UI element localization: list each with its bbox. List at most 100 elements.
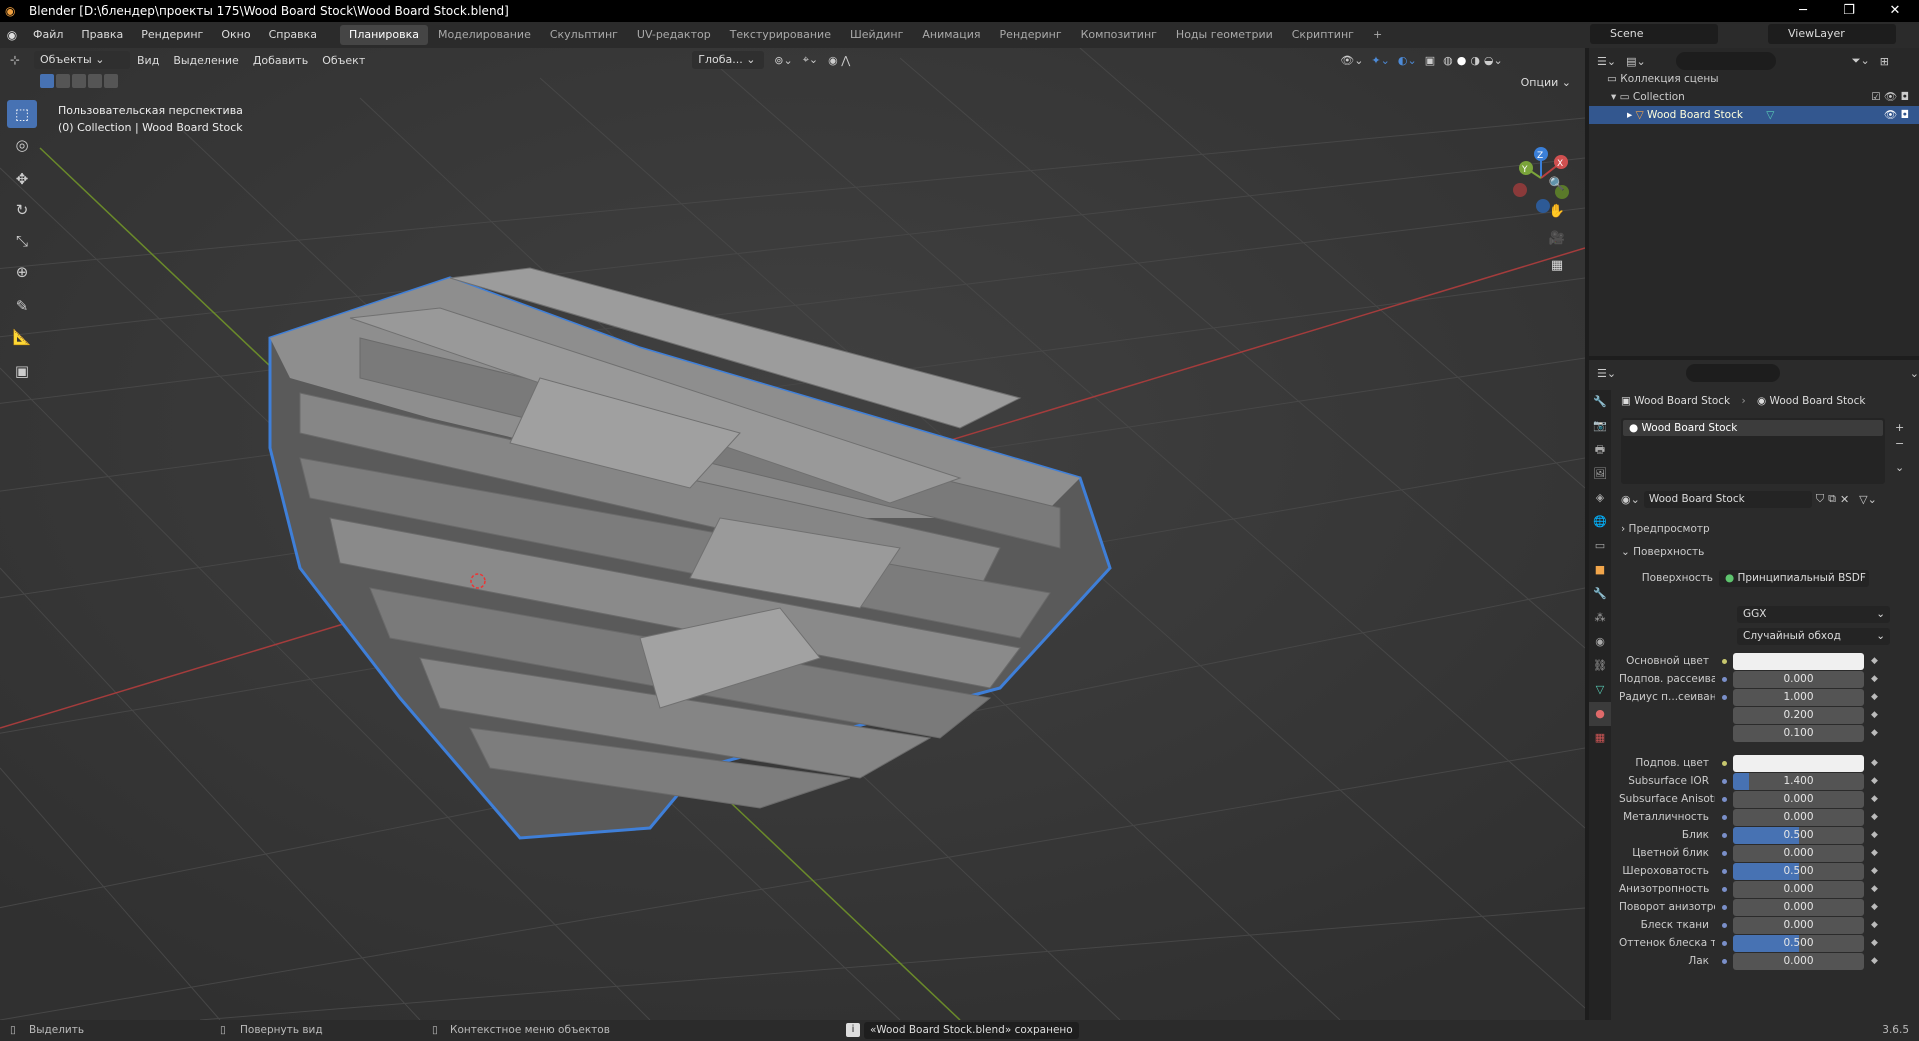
socket-icon[interactable] (1719, 938, 1729, 948)
outliner-row-scene-collection[interactable]: ▭ Коллекция сцены (1607, 70, 1719, 88)
add-slot-button[interactable]: + (1895, 420, 1904, 436)
socket-icon[interactable] (1719, 884, 1729, 894)
remove-slot-button[interactable]: − (1895, 436, 1904, 452)
value-slider-field[interactable]: 0.000 (1733, 808, 1864, 826)
socket-icon[interactable] (1719, 758, 1729, 768)
keyframe-icon[interactable]: ◆ (1871, 692, 1879, 702)
properties-editor-icon[interactable]: ☰⌄ (1597, 367, 1616, 380)
render-tab-icon[interactable]: 📷 (1589, 414, 1611, 438)
tab-animation[interactable]: Анимация (913, 25, 989, 45)
physics-tab-icon[interactable]: ◉ (1589, 630, 1611, 654)
data-tab-icon[interactable]: ▽ (1589, 678, 1611, 702)
tab-compositing[interactable]: Композитинг (1072, 25, 1166, 45)
properties-search-input[interactable] (1686, 364, 1780, 382)
value-slider-field[interactable]: 0.000 (1733, 670, 1864, 688)
select-box-tool-icon[interactable]: ⬚ (7, 100, 37, 128)
options-dropdown[interactable]: Опции ⌄ (1515, 74, 1577, 92)
value-slider-field[interactable]: 1.000 (1733, 688, 1864, 706)
select-new-icon[interactable] (40, 74, 54, 88)
scene-selector[interactable]: Scene (1590, 24, 1718, 44)
menu-object[interactable]: Объект (315, 54, 372, 67)
preview-panel-header[interactable]: › Предпросмотр (1621, 523, 1710, 535)
slot-menu-icon[interactable]: ⌄ (1895, 460, 1904, 476)
menu-help[interactable]: Справка (260, 22, 326, 48)
keyframe-icon[interactable]: ◆ (1871, 866, 1879, 876)
pan-hand-icon[interactable]: ✋ (1545, 200, 1569, 224)
material-slot-item[interactable]: ● Wood Board Stock (1623, 420, 1883, 436)
blender-menu-icon[interactable]: ◉ (0, 28, 24, 42)
value-slider-field[interactable]: 0.000 (1733, 880, 1864, 898)
socket-icon[interactable] (1719, 794, 1729, 804)
value-slider-field[interactable]: 1.400 (1733, 772, 1864, 790)
snap-icon[interactable]: ⌖⌄ (803, 53, 818, 67)
browse-material-icon[interactable]: ◉⌄ (1621, 493, 1640, 506)
camera-view-icon[interactable]: 🎥 (1545, 227, 1569, 251)
scene-tab-icon[interactable]: ◈ (1589, 486, 1611, 510)
surface-shader-selector[interactable]: ● Принципиальный BSDF (1719, 569, 1869, 587)
move-tool-icon[interactable]: ✥ (7, 165, 37, 193)
socket-icon[interactable] (1719, 902, 1729, 912)
keyframe-icon[interactable]: ◆ (1871, 848, 1879, 858)
socket-icon[interactable] (1719, 920, 1729, 930)
select-intersect-icon[interactable] (104, 74, 118, 88)
socket-icon[interactable] (1719, 812, 1729, 822)
select-subtract-icon[interactable] (72, 74, 86, 88)
maximize-icon[interactable]: ❐ (1826, 0, 1872, 22)
viewlayer-selector[interactable]: ViewLayer (1768, 24, 1896, 44)
color-swatch-field[interactable] (1733, 652, 1864, 670)
material-tab-icon[interactable]: ● (1589, 702, 1611, 726)
chevron-down-icon[interactable]: ⌄ (1910, 367, 1919, 380)
tab-sculpting[interactable]: Скульптинг (541, 25, 627, 45)
socket-icon[interactable] (1719, 776, 1729, 786)
world-tab-icon[interactable]: 🌐 (1589, 510, 1611, 534)
fake-user-icon[interactable]: ⛉ (1816, 492, 1824, 506)
value-slider-field[interactable]: 0.000 (1733, 844, 1864, 862)
keyframe-icon[interactable]: ◆ (1871, 758, 1879, 768)
color-swatch-field[interactable] (1733, 754, 1864, 772)
menu-view[interactable]: Вид (130, 54, 166, 67)
tab-modeling[interactable]: Моделирование (429, 25, 540, 45)
menu-edit[interactable]: Правка (72, 22, 132, 48)
subsurface-method-dropdown[interactable]: Случайный обход ⌄ (1737, 628, 1890, 645)
menu-select[interactable]: Выделение (166, 54, 246, 67)
constraints-tab-icon[interactable]: ⛓ (1589, 654, 1611, 678)
select-extend-icon[interactable] (56, 74, 70, 88)
socket-icon[interactable] (1719, 674, 1729, 684)
expand-arrow-icon[interactable]: ▾ (1611, 91, 1616, 103)
material-shading-icon[interactable]: ◑ (1470, 54, 1480, 67)
close-icon[interactable]: ✕ (1872, 0, 1918, 22)
value-slider-field[interactable]: 0.500 (1733, 934, 1864, 952)
material-slot-list[interactable]: ● Wood Board Stock (1621, 418, 1885, 484)
outliner-row-object[interactable]: ▸ ▽ Wood Board Stock ▽ 👁 ◘ (1589, 106, 1919, 124)
socket-icon[interactable] (1719, 866, 1729, 876)
editor-type-icon[interactable]: ⊹ (0, 53, 30, 67)
display-mode-icon[interactable]: ▤⌄ (1626, 55, 1646, 68)
tab-texture-paint[interactable]: Текстурирование (721, 25, 840, 45)
visibility-icon[interactable]: 👁⌄ (1340, 54, 1363, 67)
keyframe-icon[interactable]: ◆ (1871, 938, 1879, 948)
zoom-icon[interactable]: 🔍 (1545, 173, 1569, 197)
tab-layout[interactable]: Планировка (340, 25, 429, 45)
output-tab-icon[interactable]: 🖶 (1589, 438, 1611, 462)
modifier-tab-icon[interactable]: 🔧 (1589, 582, 1611, 606)
cursor-tool-icon[interactable]: ◎ (7, 131, 37, 159)
tool-tab-icon[interactable]: 🔧 (1589, 390, 1611, 414)
value-slider-field[interactable]: 0.000 (1733, 898, 1864, 916)
keyframe-icon[interactable]: ◆ (1871, 656, 1879, 666)
add-workspace-button[interactable]: + (1364, 25, 1391, 45)
keyframe-icon[interactable]: ◆ (1871, 710, 1879, 720)
keyframe-icon[interactable]: ◆ (1871, 812, 1879, 822)
keyframe-icon[interactable]: ◆ (1871, 902, 1879, 912)
outliner-row-collection[interactable]: ▾ ▭ Collection ☑ 👁 ◘ (1611, 88, 1919, 106)
keyframe-icon[interactable]: ◆ (1871, 794, 1879, 804)
menu-file[interactable]: Файл (24, 22, 72, 48)
menu-render[interactable]: Рендеринг (132, 22, 212, 48)
proportional-edit-icon[interactable]: ◉ ⋀ (828, 54, 850, 67)
texture-tab-icon[interactable]: ▦ (1589, 726, 1611, 750)
tab-geometry-nodes[interactable]: Ноды геометрии (1167, 25, 1282, 45)
keyframe-icon[interactable]: ◆ (1871, 884, 1879, 894)
value-slider-field[interactable]: 0.000 (1733, 790, 1864, 808)
value-slider-field[interactable]: 0.200 (1733, 706, 1864, 724)
collection-visibility-icons[interactable]: ☑ 👁 ◘ (1871, 88, 1909, 106)
value-slider-field[interactable]: 0.000 (1733, 916, 1864, 934)
